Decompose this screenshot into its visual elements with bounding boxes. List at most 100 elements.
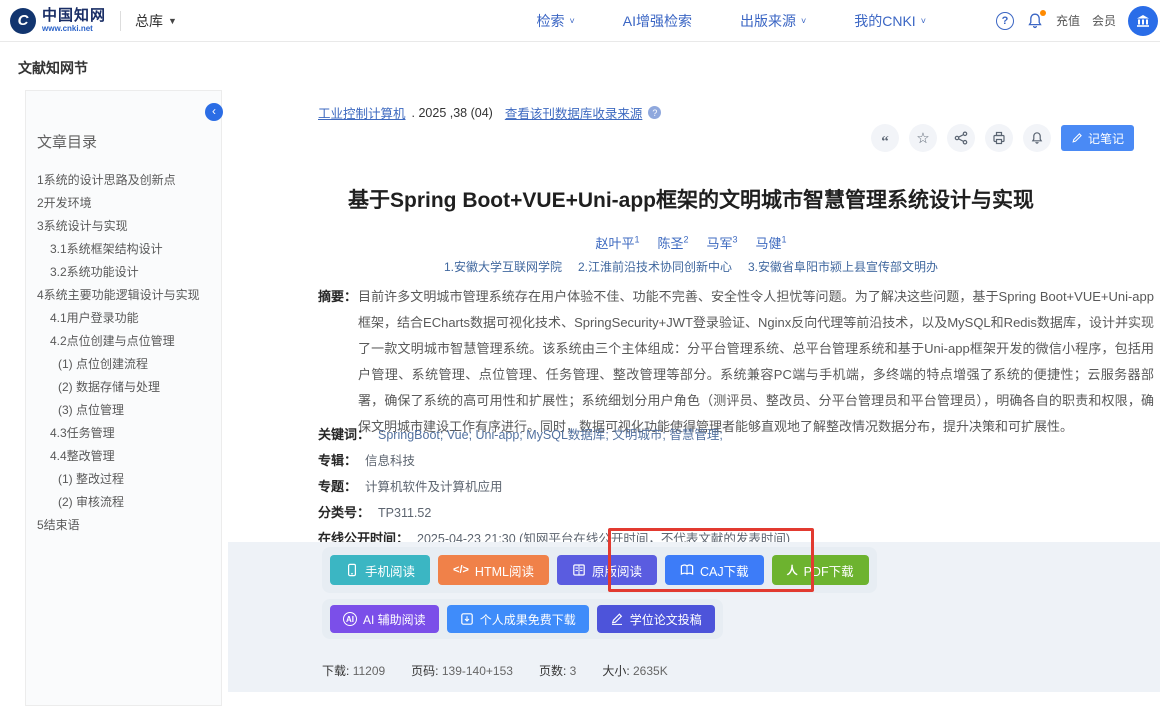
top-header: C 中国知网 www.cnki.net 总库▼ 检索˅ AI增强检索 出版来源˅ 我的… (0, 0, 1160, 42)
article-main: 工业控制计算机 . 2025 ,38 (04) 查看该刊数据库收录来源 ? “ … (222, 90, 1160, 706)
phone-icon (345, 563, 359, 577)
pdf-icon: 人 (787, 562, 798, 578)
cnki-brand-name: 中国知网 (42, 8, 106, 23)
toc-item[interactable]: 4系统主要功能逻辑设计与实现 (37, 289, 211, 301)
meta-label: 分类号： (318, 506, 370, 520)
take-note-button[interactable]: 记笔记 (1061, 125, 1134, 151)
breadcrumb: 文献知网节 (0, 42, 1160, 90)
toc-item[interactable]: (1) 整改过程 (37, 473, 211, 485)
nav-item-publish-source[interactable]: 出版来源˅ (740, 11, 806, 31)
stat-item: 页数: 3 (539, 662, 576, 679)
toc-item[interactable]: 3.2系统功能设计 (37, 266, 211, 278)
meta-row: 专题： 计算机软件及计算机应用 (318, 480, 1150, 494)
journal-source-link[interactable]: 查看该刊数据库收录来源 (505, 103, 643, 122)
journal-line: 工业控制计算机 . 2025 ,38 (04) 查看该刊数据库收录来源 ? (318, 103, 661, 122)
library-dropdown[interactable]: 总库▼ (135, 11, 177, 31)
print-icon[interactable] (985, 124, 1013, 152)
book-icon (680, 563, 694, 577)
caj-download-button[interactable]: CAJ下载 (665, 555, 764, 585)
author-link[interactable]: 马健1 (756, 236, 787, 251)
meta-value: 计算机软件及计算机应用 (365, 480, 503, 494)
pencil-icon (1071, 132, 1083, 144)
meta-value: TP311.52 (378, 506, 431, 520)
meta-row: 关键词： SpringBoot; Vue; Uni-app; MySQL数据库; … (318, 428, 1150, 442)
affiliation-list: 1.安徽大学互联网学院 2.江淮前沿技术协同创新中心 3.安徽省阜阳市颍上县宣传部文… (222, 258, 1160, 276)
toc-item[interactable]: 4.1用户登录功能 (37, 312, 211, 324)
header-divider (120, 11, 121, 31)
pdf-download-button[interactable]: 人PDF下载 (772, 555, 869, 585)
stat-item: 下载: 11209 (322, 662, 385, 679)
toc-item[interactable]: 4.2点位创建与点位管理 (37, 335, 211, 347)
meta-label: 关键词： (318, 428, 370, 442)
chevron-down-icon: ˅ (569, 16, 574, 26)
ai-assist-read-button[interactable]: AIAI 辅助阅读 (330, 605, 439, 633)
journal-issue: . 2025 ,38 (04) (412, 106, 493, 120)
personal-free-download-button[interactable]: 个人成果免费下载 (447, 605, 589, 633)
meta-row: 分类号： TP311.52 (318, 506, 1150, 520)
favorite-star-icon[interactable]: ☆ (909, 124, 937, 152)
toc-item[interactable]: (2) 审核流程 (37, 496, 211, 508)
download-icon (460, 612, 474, 626)
abstract-text: 目前许多文明城市管理系统存在用户体验不佳、功能不完善、安全性令人担忧等问题。为了… (358, 284, 1154, 440)
toc-item[interactable]: 3.1系统框架结构设计 (37, 243, 211, 255)
toc-item[interactable]: (2) 数据存储与处理 (37, 381, 211, 393)
chevron-down-icon: ˅ (801, 16, 806, 26)
mobile-read-button[interactable]: 手机阅读 (330, 555, 430, 585)
abstract-block: 摘要： 目前许多文明城市管理系统存在用户体验不佳、功能不完善、安全性令人担忧等问… (318, 284, 1154, 440)
article-toc-panel: 文章目录 1系统的设计思路及创新点 2开发环境 3系统设计与实现 3.1系统框架结构设… (25, 90, 222, 706)
toc-item[interactable]: 2开发环境 (37, 197, 211, 209)
member-link[interactable]: 会员 (1092, 12, 1116, 29)
nav-item-my-cnki[interactable]: 我的CNKI˅ (854, 11, 926, 31)
info-icon[interactable]: ? (648, 106, 661, 119)
toc-item[interactable]: 4.3任务管理 (37, 427, 211, 439)
toc-item[interactable]: 4.4整改管理 (37, 450, 211, 462)
author-link[interactable]: 赵叶平1 (595, 236, 639, 251)
toc-title: 文章目录 (37, 131, 211, 152)
toc-item[interactable]: (1) 点位创建流程 (37, 358, 211, 370)
html-read-button[interactable]: </>HTML阅读 (438, 555, 549, 585)
header-nav: 检索˅ AI增强检索 出版来源˅ 我的CNKI˅ (536, 11, 925, 31)
nav-item-search[interactable]: 检索˅ (536, 11, 574, 31)
pen-icon (610, 612, 624, 626)
affiliation-item: 1.安徽大学互联网学院 (444, 260, 562, 274)
cnki-site-url: www.cnki.net (42, 25, 106, 33)
cnki-logo[interactable]: C 中国知网 www.cnki.net (10, 8, 106, 34)
affiliation-item: 3.安徽省阜阳市颍上县宣传部文明办 (748, 260, 938, 274)
thesis-submit-button[interactable]: 学位论文投稿 (597, 605, 715, 633)
nav-item-ai-search[interactable]: AI增强检索 (623, 11, 692, 31)
page-icon (572, 563, 586, 577)
chevron-down-icon: ˅ (921, 16, 926, 26)
article-toolbar: “ ☆ 记笔记 (871, 124, 1134, 152)
affiliation-item: 2.江淮前沿技术协同创新中心 (578, 260, 732, 274)
notification-bell-icon[interactable] (1026, 12, 1044, 30)
chevron-down-icon: ▼ (168, 16, 177, 26)
cnki-globe-icon: C (10, 8, 36, 34)
meta-list: 关键词： SpringBoot; Vue; Uni-app; MySQL数据库; … (318, 428, 1150, 558)
original-read-button[interactable]: 原版阅读 (557, 555, 657, 585)
share-icon[interactable] (947, 124, 975, 152)
code-icon: </> (453, 564, 469, 576)
author-list: 赵叶平1 陈圣2 马军3 马健1 (222, 233, 1160, 253)
help-question-icon[interactable]: ? (996, 12, 1014, 30)
extra-actions-row: AIAI 辅助阅读个人成果免费下载学位论文投稿 (322, 599, 723, 639)
meta-label: 专题： (318, 480, 357, 494)
toc-item[interactable]: 3系统设计与实现 (37, 220, 211, 232)
toc-item[interactable]: (3) 点位管理 (37, 404, 211, 416)
quote-icon[interactable]: “ (871, 124, 899, 152)
notification-dot (1040, 10, 1046, 16)
toc-item[interactable]: 5结束语 (37, 519, 211, 531)
article-title: 基于Spring Boot+VUE+Uni-app框架的文明城市智慧管理系统设计… (272, 184, 1110, 214)
journal-name-link[interactable]: 工业控制计算机 (318, 103, 406, 122)
toc-item[interactable]: 1系统的设计思路及创新点 (37, 174, 211, 186)
institution-icon[interactable] (1128, 6, 1158, 36)
toc-list: 1系统的设计思路及创新点 2开发环境 3系统设计与实现 3.1系统框架结构设计 3.2系… (37, 174, 211, 531)
meta-value[interactable]: SpringBoot; Vue; Uni-app; MySQL数据库; 文明城市… (378, 428, 723, 442)
read-download-row: 手机阅读 </>HTML阅读原版阅读 CAJ下载人PDF下载 (322, 547, 877, 593)
stat-item: 页码: 139-140+153 (411, 662, 513, 679)
alert-bell-icon[interactable] (1023, 124, 1051, 152)
sidebar-collapse-button[interactable]: ‹ (205, 103, 223, 121)
author-link[interactable]: 马军3 (707, 236, 738, 251)
recharge-link[interactable]: 充值 (1056, 12, 1080, 29)
stat-item: 大小: 2635K (602, 662, 667, 679)
author-link[interactable]: 陈圣2 (657, 236, 688, 251)
